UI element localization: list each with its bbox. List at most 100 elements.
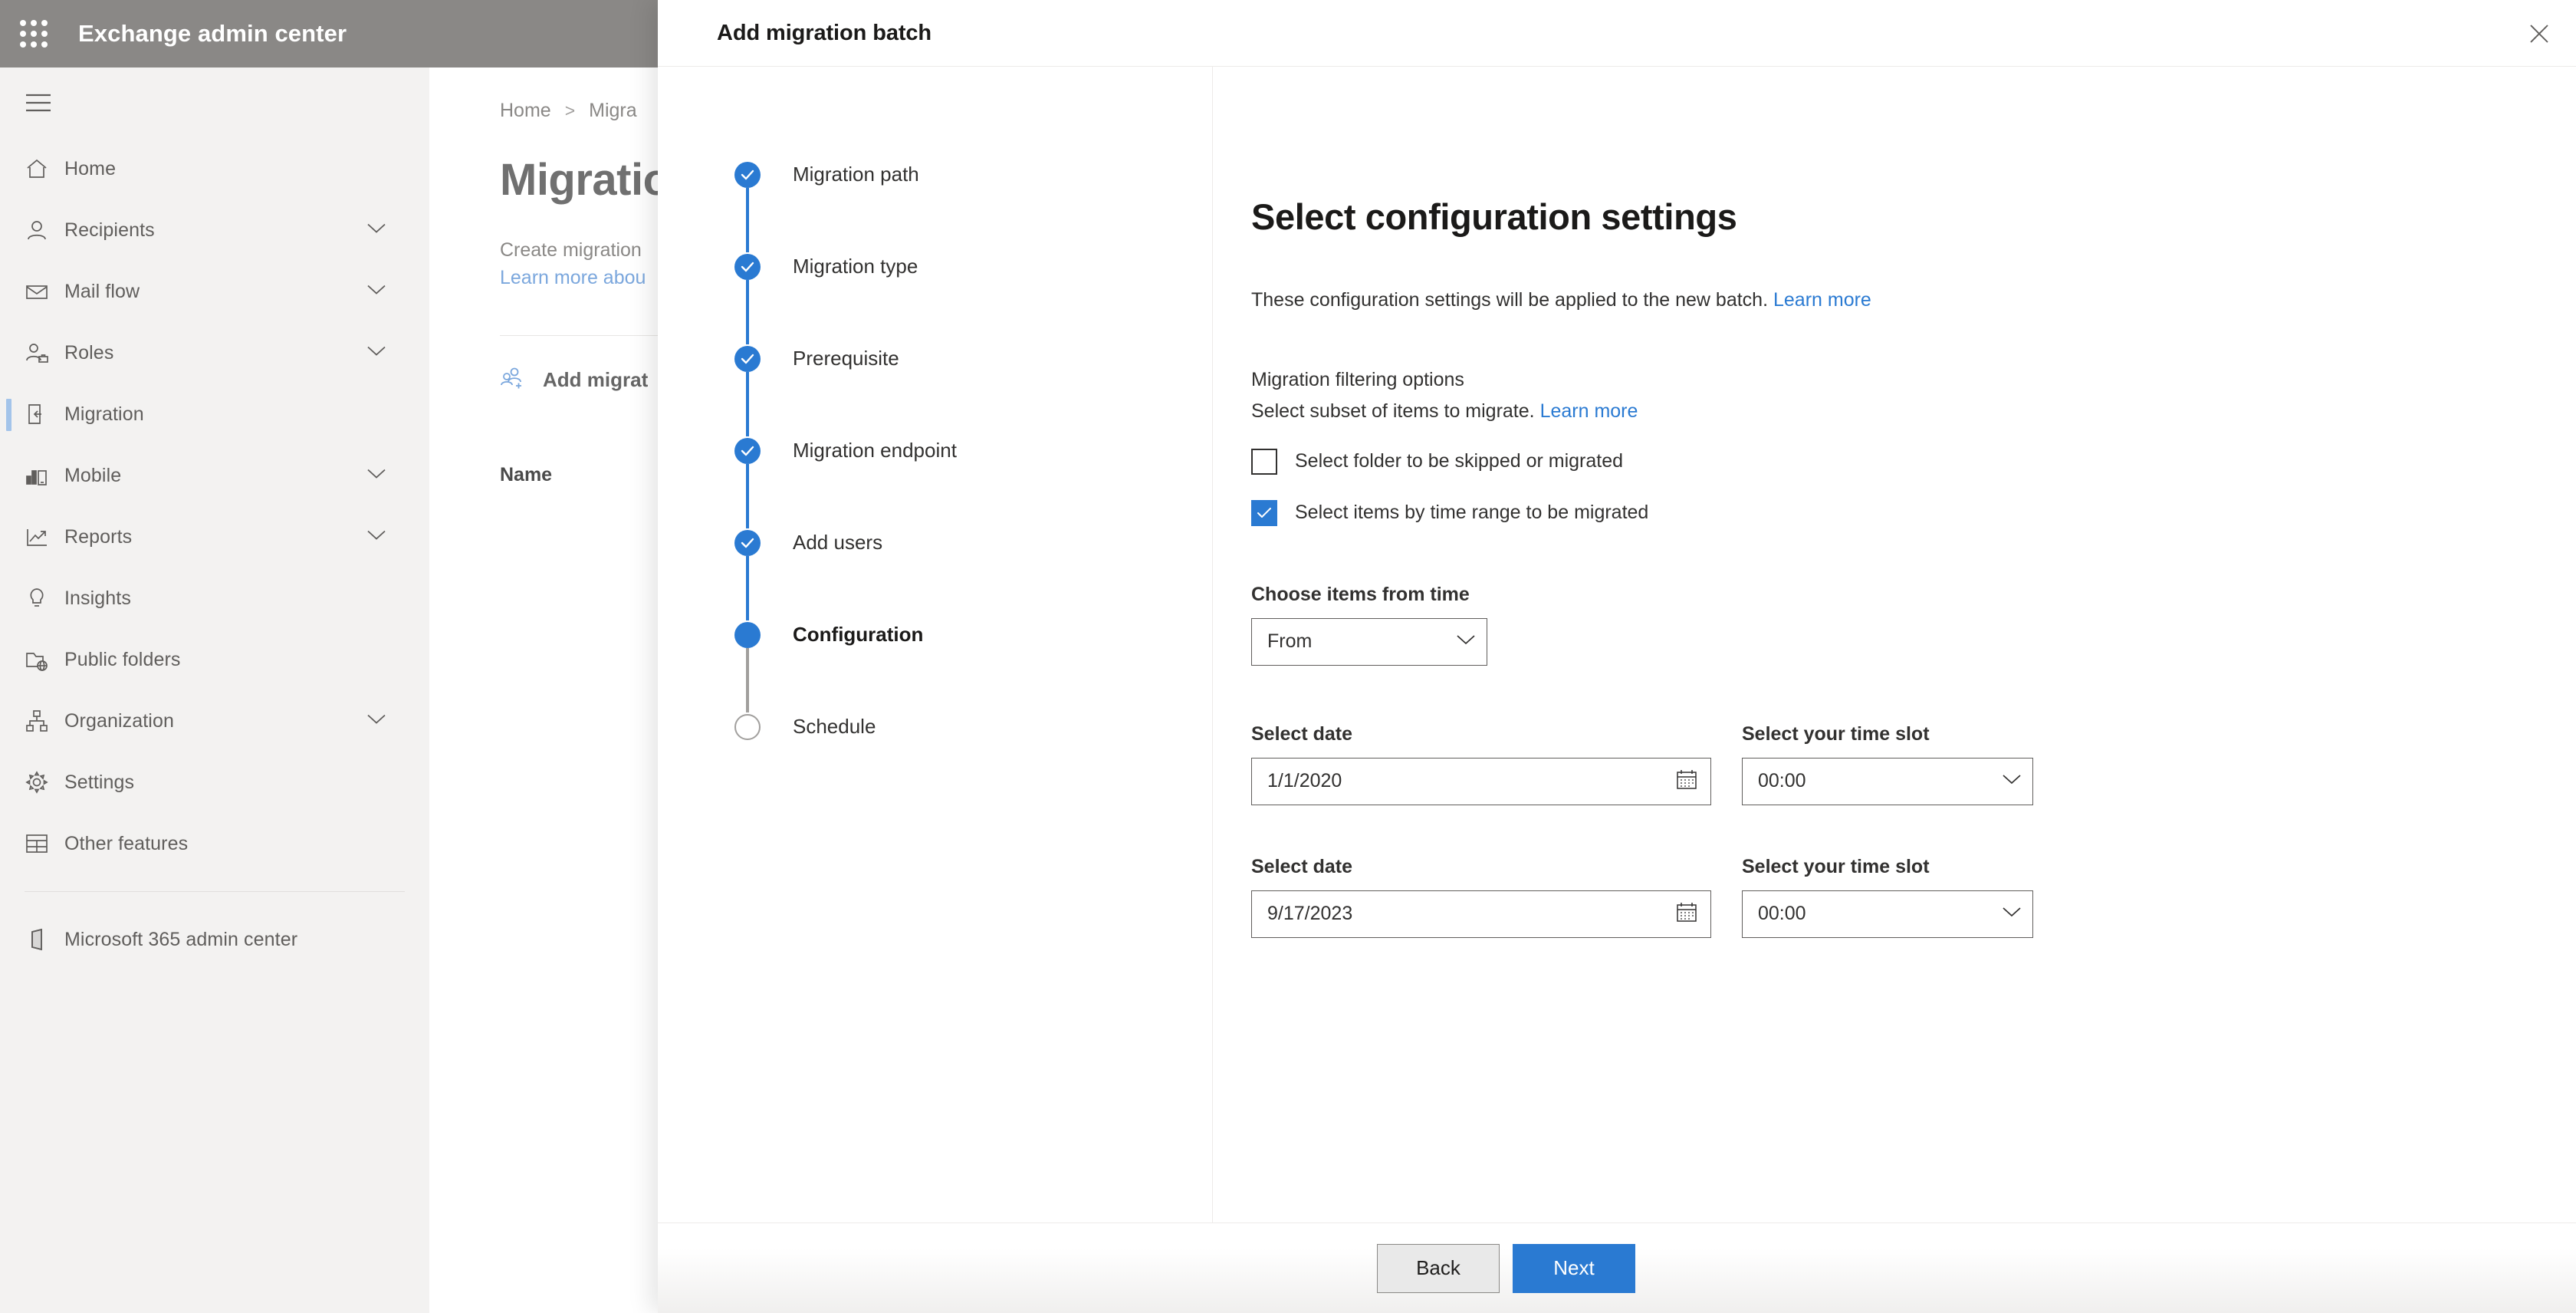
hamburger-menu-icon[interactable] — [0, 67, 77, 138]
breadcrumb-home[interactable]: Home — [500, 100, 551, 122]
org-hierarchy-icon — [25, 709, 64, 733]
select-time-slot-label-2: Select your time slot — [1742, 855, 1930, 877]
wizard-step-add-users[interactable]: Add users — [734, 528, 1212, 620]
wizard-step-prerequisite[interactable]: Prerequisite — [734, 344, 1212, 436]
sidebar-divider — [25, 891, 405, 892]
calendar-icon[interactable] — [1675, 768, 1698, 795]
step-current-icon — [734, 622, 761, 648]
select-date-label-1: Select date — [1251, 722, 1353, 745]
step-complete-icon — [734, 438, 761, 464]
configuration-content-pane: Select configuration settings These conf… — [1213, 67, 2576, 1223]
select-time-slot-label-1: Select your time slot — [1742, 722, 1930, 745]
checkbox-select-folder[interactable] — [1251, 448, 1277, 475]
chevron-down-icon — [1456, 633, 1476, 650]
chevron-down-icon — [2002, 906, 2022, 922]
choose-items-from-time-select[interactable]: From — [1251, 617, 1487, 666]
step-complete-icon — [734, 162, 761, 188]
sidebar-item-label: Insights — [64, 587, 131, 609]
content-intro-text: These configuration settings will be app… — [1251, 289, 1769, 311]
app-launcher-icon[interactable] — [0, 0, 67, 67]
step-label: Schedule — [793, 715, 876, 738]
select-time-slot-field-1: Select your time slot 00:00 — [1742, 723, 2033, 805]
wizard-step-migration-type[interactable]: Migration type — [734, 252, 1212, 344]
home-icon — [25, 156, 64, 181]
sidebar-item-settings[interactable]: Settings — [0, 752, 429, 813]
sidebar-item-m365-admin-center[interactable]: Microsoft 365 admin center — [0, 909, 429, 970]
step-connector — [746, 464, 749, 528]
chevron-down-icon[interactable] — [366, 713, 386, 729]
sidebar: Home Recipients Mail flow Roles Migratio… — [0, 67, 429, 1313]
sidebar-item-reports[interactable]: Reports — [0, 506, 429, 568]
wizard-step-schedule[interactable]: Schedule — [734, 712, 1212, 740]
sidebar-item-label: Roles — [64, 341, 114, 364]
public-folder-icon — [25, 647, 64, 672]
breadcrumb-current[interactable]: Migra — [589, 100, 637, 122]
next-button[interactable]: Next — [1513, 1243, 1635, 1293]
select-date-input-1[interactable]: 1/1/2020 — [1251, 757, 1711, 805]
sidebar-item-label: Public folders — [64, 648, 181, 670]
chevron-down-icon[interactable] — [366, 222, 386, 239]
sidebar-item-organization[interactable]: Organization — [0, 690, 429, 752]
close-icon[interactable] — [2502, 0, 2576, 67]
select-date-field-1: Select date 1/1/2020 — [1251, 723, 1711, 805]
sidebar-item-migration[interactable]: Migration — [0, 383, 429, 445]
sidebar-item-label: Mobile — [64, 464, 122, 486]
chevron-down-icon[interactable] — [366, 468, 386, 484]
add-migration-batch-dialog: Add migration batch Migration path Migra… — [658, 0, 2576, 1313]
step-connector — [746, 280, 749, 344]
sidebar-item-roles[interactable]: Roles — [0, 322, 429, 383]
sidebar-item-label: Mail flow — [64, 280, 140, 302]
person-briefcase-icon — [25, 341, 64, 365]
select-date-value-1: 1/1/2020 — [1267, 770, 1342, 791]
back-button[interactable]: Back — [1377, 1243, 1500, 1293]
sidebar-item-other-features[interactable]: Other features — [0, 813, 429, 874]
gear-icon — [25, 770, 64, 795]
wizard-step-migration-path[interactable]: Migration path — [734, 160, 1212, 252]
wizard-step-configuration[interactable]: Configuration — [734, 620, 1212, 712]
checkbox-select-time-range-label: Select items by time range to be migrate… — [1295, 502, 1649, 523]
lightbulb-icon — [25, 586, 64, 610]
select-date-field-2: Select date 9/17/2023 — [1251, 856, 1711, 938]
chevron-down-icon[interactable] — [366, 529, 386, 545]
calendar-icon[interactable] — [1675, 900, 1698, 927]
checkbox-select-folder-label: Select folder to be skipped or migrated — [1295, 450, 1624, 472]
sidebar-item-insights[interactable]: Insights — [0, 568, 429, 629]
sidebar-item-mail-flow[interactable]: Mail flow — [0, 261, 429, 322]
checkbox-select-time-range[interactable] — [1251, 499, 1277, 526]
select-time-slot-dropdown-2[interactable]: 00:00 — [1742, 890, 2033, 938]
step-label: Migration endpoint — [793, 439, 957, 462]
sidebar-item-mobile[interactable]: Mobile — [0, 445, 429, 506]
filter-section-learn-more-link[interactable]: Learn more — [1540, 400, 1638, 422]
step-upcoming-icon — [734, 714, 761, 740]
checkbox-select-folder-row[interactable]: Select folder to be skipped or migrated — [1251, 448, 2576, 475]
sidebar-item-recipients[interactable]: Recipients — [0, 199, 429, 261]
select-time-slot-value-1: 00:00 — [1758, 770, 1806, 791]
wizard-step-migration-endpoint[interactable]: Migration endpoint — [734, 436, 1212, 528]
step-connector — [746, 188, 749, 252]
add-migration-batch-label: Add migrat — [543, 367, 649, 391]
sidebar-item-label: Organization — [64, 709, 174, 732]
sidebar-item-public-folders[interactable]: Public folders — [0, 629, 429, 690]
sidebar-item-home[interactable]: Home — [0, 138, 429, 199]
select-date-value-2: 9/17/2023 — [1267, 903, 1353, 924]
chevron-down-icon[interactable] — [366, 284, 386, 300]
checkbox-time-range-row[interactable]: Select items by time range to be migrate… — [1251, 499, 2576, 526]
chevron-down-icon[interactable] — [366, 345, 386, 361]
choose-items-from-time-value: From — [1267, 630, 1313, 652]
content-intro-learn-more-link[interactable]: Learn more — [1773, 289, 1871, 311]
dialog-footer: Back Next — [658, 1223, 2576, 1313]
select-date-label-2: Select date — [1251, 855, 1353, 877]
report-trend-icon — [25, 525, 64, 549]
suite-title: Exchange admin center — [78, 20, 347, 47]
step-label: Configuration — [793, 623, 924, 646]
step-connector — [746, 372, 749, 436]
select-time-slot-dropdown-1[interactable]: 00:00 — [1742, 757, 2033, 805]
dialog-body: Migration path Migration type Prerequisi… — [658, 67, 2576, 1223]
step-label: Migration path — [793, 163, 919, 186]
dialog-title: Add migration batch — [717, 20, 932, 45]
choose-items-from-time-block: Choose items from time From — [1251, 584, 2576, 666]
content-intro: These configuration settings will be app… — [1251, 288, 2576, 313]
step-label: Migration type — [793, 255, 918, 278]
wizard-steps-list: Migration path Migration type Prerequisi… — [658, 160, 1212, 740]
select-date-input-2[interactable]: 9/17/2023 — [1251, 890, 1711, 938]
